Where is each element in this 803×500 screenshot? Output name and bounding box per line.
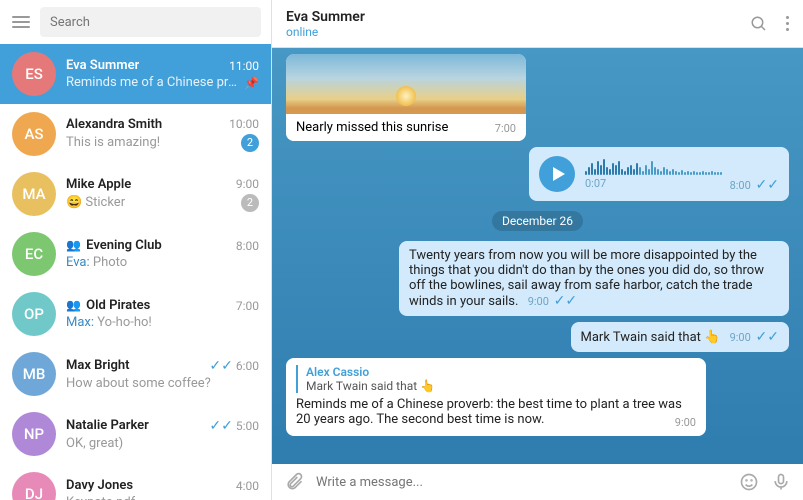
read-check-icon: ✓✓ <box>209 358 232 374</box>
emoji-icon[interactable] <box>739 472 759 492</box>
chat-preview: How about some coffee? <box>66 376 211 391</box>
chat-name: Alexandra Smith <box>66 117 162 132</box>
chat-preview: Keynote.pdf <box>66 495 135 500</box>
chat-item-4[interactable]: OP 👥 Old Pirates 7:00 Max: Yo-ho-ho! <box>0 284 271 344</box>
more-icon[interactable] <box>786 16 789 31</box>
voice-waveform[interactable] <box>585 155 779 175</box>
chat-time: ✓✓ 6:00 <box>209 358 259 374</box>
chat-header: Eva Summer online <box>272 0 803 48</box>
sidebar: ES Eva Summer 11:00 Reminds me of a Chinese… <box>0 0 272 500</box>
search-box[interactable] <box>40 7 261 37</box>
read-check-icon: ✓✓ <box>209 418 232 434</box>
mic-icon[interactable] <box>771 472 791 492</box>
proverb-text: Reminds me of a Chinese proverb: the bes… <box>296 397 682 427</box>
proverb-time: 9:00 <box>675 416 696 429</box>
quote-text: Twenty years from now you will be more d… <box>409 248 764 309</box>
sidebar-top <box>0 0 271 44</box>
chat-status: online <box>286 25 365 39</box>
reply-sender: Alex Cassio <box>306 365 696 379</box>
chat-name: Mike Apple <box>66 177 131 192</box>
avatar: MA <box>12 172 56 216</box>
message-image[interactable]: Nearly missed this sunrise 7:00 <box>286 54 526 141</box>
chat-item-6[interactable]: NP Natalie Parker ✓✓ 5:00 OK, great) <box>0 404 271 464</box>
avatar: NP <box>12 412 56 456</box>
chat-item-7[interactable]: DJ Davy Jones 4:00 Keynote.pdf <box>0 464 271 500</box>
chat-time: 10:00 <box>229 117 259 131</box>
chat-preview: Eva: Photo <box>66 255 127 270</box>
avatar: MB <box>12 352 56 396</box>
reply-text: Mark Twain said that 👆 <box>306 379 696 393</box>
composer <box>272 464 803 500</box>
chat-time: 7:00 <box>236 299 259 313</box>
avatar: OP <box>12 292 56 336</box>
message-input[interactable] <box>316 475 727 490</box>
chat-item-5[interactable]: MB Max Bright ✓✓ 6:00 How about some coffee… <box>0 344 271 404</box>
play-button[interactable] <box>539 156 575 192</box>
voice-time: 8:00 <box>730 179 751 192</box>
read-check-icon: ✓✓ <box>554 293 577 309</box>
chat-item-3[interactable]: EC 👥 Evening Club 8:00 Eva: Photo <box>0 224 271 284</box>
chat-name: Eva Summer <box>66 58 139 73</box>
image-caption: Nearly missed this sunrise <box>296 120 448 135</box>
unread-badge: 2 <box>241 194 259 212</box>
chat-title[interactable]: Eva Summer <box>286 9 365 25</box>
sunrise-image <box>286 54 526 114</box>
message-area[interactable]: Nearly missed this sunrise 7:00 0:07 8:0… <box>272 48 803 464</box>
read-check-icon: ✓✓ <box>756 177 779 193</box>
chat-time: 8:00 <box>236 239 259 253</box>
chat-time: 4:00 <box>236 479 259 493</box>
chat-preview: This is amazing! <box>66 135 160 150</box>
chat-name: 👥 Old Pirates <box>66 298 150 313</box>
message-in-proverb: Alex Cassio Mark Twain said that 👆 Remin… <box>286 358 706 436</box>
avatar: ES <box>12 52 56 96</box>
twain-text: Mark Twain said that 👆 <box>581 330 721 345</box>
chat-name: Natalie Parker <box>66 418 149 433</box>
message-out-twain: Mark Twain said that 👆 9:00 ✓✓ <box>571 322 790 352</box>
attach-icon[interactable] <box>284 472 304 492</box>
chat-time: 9:00 <box>236 177 259 191</box>
group-icon: 👥 <box>66 238 81 252</box>
pin-icon: 📌 <box>244 76 259 90</box>
message-voice-out: 0:07 8:00 ✓✓ <box>529 147 789 201</box>
chat-preview: 😄 Sticker <box>66 195 125 210</box>
date-separator: December 26 <box>492 211 583 231</box>
chat-preview: OK, great) <box>66 436 123 451</box>
unread-badge: 2 <box>241 134 259 152</box>
chat-item-0[interactable]: ES Eva Summer 11:00 Reminds me of a Chinese… <box>0 44 271 104</box>
chat-list[interactable]: ES Eva Summer 11:00 Reminds me of a Chinese… <box>0 44 271 500</box>
group-icon: 👥 <box>66 298 81 312</box>
chat-preview: Max: Yo-ho-ho! <box>66 315 152 330</box>
avatar: AS <box>12 112 56 156</box>
chat-preview: Reminds me of a Chinese prover… <box>66 75 240 90</box>
chat-name: Davy Jones <box>66 478 133 493</box>
image-time: 7:00 <box>495 122 516 135</box>
chat-item-1[interactable]: AS Alexandra Smith 10:00 This is amazing! 2 <box>0 104 271 164</box>
chat-name: 👥 Evening Club <box>66 238 162 253</box>
menu-icon[interactable] <box>10 11 32 33</box>
message-out-quote: Twenty years from now you will be more d… <box>399 241 789 316</box>
avatar: EC <box>12 232 56 276</box>
search-icon[interactable] <box>750 15 768 33</box>
search-input[interactable] <box>50 15 251 30</box>
voice-duration: 0:07 <box>585 177 606 193</box>
chat-time: 11:00 <box>229 59 259 73</box>
avatar: DJ <box>12 472 56 500</box>
chat-time: ✓✓ 5:00 <box>209 418 259 434</box>
reply-preview[interactable]: Alex Cassio Mark Twain said that 👆 <box>296 365 696 393</box>
read-check-icon: ✓✓ <box>756 329 779 345</box>
main-panel: Eva Summer online Nearly missed this sun… <box>272 0 803 500</box>
chat-name: Max Bright <box>66 358 130 373</box>
chat-item-2[interactable]: MA Mike Apple 9:00 😄 Sticker 2 <box>0 164 271 224</box>
